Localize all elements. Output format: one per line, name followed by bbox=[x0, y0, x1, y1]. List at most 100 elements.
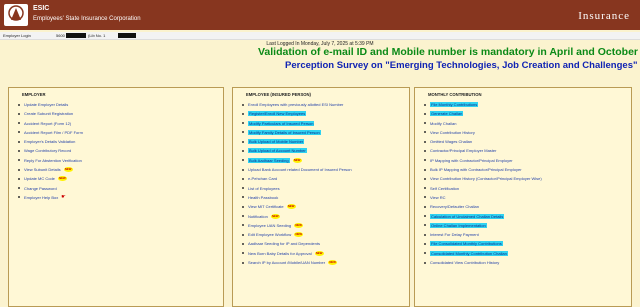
employer-link[interactable]: Accident Report (Form 12) bbox=[24, 121, 71, 126]
employee-link-item: Bulk Aadhaar Seeding NEW bbox=[241, 157, 352, 167]
employer-link[interactable]: Reply For Abstention Verification bbox=[24, 158, 82, 163]
employer-link[interactable]: Employer's Details Validation bbox=[24, 139, 75, 144]
monthly-link-list: File Monthly Contributions Generate Chall… bbox=[423, 102, 542, 269]
employee-link-item: Bulk Upload of Mobile Number bbox=[241, 139, 352, 148]
employee-link[interactable]: Upload Bank Account related Document of … bbox=[248, 167, 352, 172]
new-badge-icon: NEW bbox=[57, 176, 67, 182]
new-badge-icon: NEW bbox=[63, 167, 73, 173]
employee-link-item: e-Pehchan Card bbox=[241, 176, 352, 185]
monthly-link[interactable]: Calculation of Unclaimed Challan Details bbox=[430, 213, 505, 219]
redacted-name bbox=[118, 33, 136, 38]
employee-link-item: Health Passbook bbox=[241, 195, 352, 204]
employer-link[interactable]: Wage Contributory Record bbox=[24, 148, 71, 153]
pointing-hand-icon: ☛ bbox=[61, 193, 66, 200]
monthly-link[interactable]: File Consolidated Monthly Contributions bbox=[430, 241, 503, 247]
mandatory-validation-banner[interactable]: Validation of e-mail ID and Mobile numbe… bbox=[258, 46, 640, 58]
employee-link-item: Upload Bank Account related Document of … bbox=[241, 167, 352, 176]
employee-link[interactable]: Edit Employee Workflow bbox=[248, 232, 291, 237]
employee-link[interactable]: List of Employees bbox=[248, 186, 280, 191]
monthly-link[interactable]: Contractor/Principal Employer Master bbox=[430, 148, 496, 153]
employee-link-item: Enroll Employees with previously allotte… bbox=[241, 102, 352, 111]
monthly-link-item: View RC bbox=[423, 195, 542, 204]
employee-link-item: Modify Particulars of Insured Person bbox=[241, 120, 352, 130]
employer-link[interactable]: Change Password bbox=[24, 186, 57, 191]
employee-link-item: Employee UAN Seeding NEW bbox=[241, 222, 352, 232]
app-header: ESIC Employees' State Insurance Corporat… bbox=[0, 0, 640, 30]
monthly-link[interactable]: Consolidated Monthly Contribution Challa… bbox=[430, 250, 508, 256]
monthly-link[interactable]: Online Challan Implementation bbox=[430, 222, 487, 228]
monthly-link[interactable]: Interest For Delay Payment bbox=[430, 232, 479, 237]
employer-code-prefix: 5600 bbox=[56, 33, 65, 38]
employee-panel: EMPLOYEE (INSURED PERSON) Enroll Employe… bbox=[232, 87, 410, 307]
monthly-link[interactable]: Recovery/Defaulter Challan bbox=[430, 204, 479, 209]
employer-link[interactable]: Accident Report Film / PDF Form bbox=[24, 130, 83, 135]
employee-link[interactable]: e-Pehchan Card bbox=[248, 176, 277, 181]
employer-link-item: Change Password bbox=[17, 186, 83, 195]
employee-link[interactable]: Search IP by Account /Mobile/UAN Number bbox=[248, 260, 325, 265]
esic-logo bbox=[4, 4, 28, 26]
monthly-link[interactable]: View Contribution History (Contractor/Pr… bbox=[430, 176, 542, 181]
monthly-link-item: Self Certification bbox=[423, 186, 542, 195]
employer-link-item: Employer's Details Validation bbox=[17, 139, 83, 148]
employer-link[interactable]: Create Subunit Registration bbox=[24, 111, 73, 116]
monthly-link[interactable]: Modify Challan bbox=[430, 121, 456, 126]
employee-link[interactable]: Bulk Upload of Account Number bbox=[248, 148, 307, 154]
monthly-link[interactable]: View RC bbox=[430, 195, 446, 200]
employer-link-item: Update Employer Details bbox=[17, 102, 83, 111]
monthly-link-item: Generate Challan bbox=[423, 111, 542, 120]
employee-link-list: Enroll Employees with previously allotte… bbox=[241, 102, 352, 269]
employer-login-label: Employer Login bbox=[3, 33, 31, 38]
employee-panel-title: EMPLOYEE (INSURED PERSON) bbox=[246, 92, 311, 97]
monthly-link[interactable]: View Contribution History bbox=[430, 130, 475, 135]
employee-link[interactable]: Enroll Employees with previously allotte… bbox=[248, 102, 343, 107]
employer-link[interactable]: Employer Help Box bbox=[24, 195, 58, 200]
monthly-panel-title: MONTHLY CONTRIBUTION bbox=[428, 92, 482, 97]
employer-link[interactable]: View Subunit Details bbox=[24, 167, 61, 172]
employee-link[interactable]: Notification bbox=[248, 214, 268, 219]
monthly-link[interactable]: Self Certification bbox=[430, 186, 459, 191]
employee-link[interactable]: Health Passbook bbox=[248, 195, 278, 200]
monthly-link[interactable]: File Monthly Contributions bbox=[430, 102, 479, 107]
monthly-link-item: Omitted Wages Challan bbox=[423, 139, 542, 148]
employee-link[interactable]: Employee UAN Seeding bbox=[248, 223, 291, 228]
employee-link-item: Bulk Upload of Account Number bbox=[241, 148, 352, 157]
employee-link[interactable]: Modify Particulars of Insured Person bbox=[248, 120, 315, 126]
employer-link-item: Accident Report Film / PDF Form bbox=[17, 130, 83, 139]
employer-link[interactable]: Update Employer Details bbox=[24, 102, 68, 107]
employer-link-item: Update MC Code NEW bbox=[17, 176, 83, 185]
employee-link[interactable]: Register/Enroll New Employees bbox=[248, 111, 307, 117]
monthly-link[interactable]: IP Mapping with Contractor/Principal Emp… bbox=[430, 158, 513, 163]
employee-link[interactable]: New Born Baby Details for Approval bbox=[248, 251, 312, 256]
monthly-link-item: View Contribution History bbox=[423, 130, 542, 139]
monthly-link[interactable]: Consolidated View Contribution History bbox=[430, 260, 499, 265]
employee-link-item: New Born Baby Details for Approval NEW bbox=[241, 250, 352, 260]
employer-link-item: Accident Report (Form 12) bbox=[17, 121, 83, 130]
monthly-link-item: Contractor/Principal Employer Master bbox=[423, 148, 542, 157]
monthly-link[interactable]: Generate Challan bbox=[430, 111, 464, 117]
monthly-link[interactable]: Omitted Wages Challan bbox=[430, 139, 472, 144]
monthly-link-item: Modify Challan bbox=[423, 121, 542, 130]
monthly-contribution-panel: MONTHLY CONTRIBUTION File Monthly Contri… bbox=[414, 87, 632, 307]
new-badge-icon: NEW bbox=[294, 232, 304, 238]
employee-link[interactable]: Bulk Upload of Mobile Number bbox=[248, 139, 305, 145]
new-badge-icon: NEW bbox=[286, 204, 296, 210]
brand-subtitle: Employees' State Insurance Corporation bbox=[33, 16, 141, 22]
employee-link[interactable]: Modify Family Details of Insured Person bbox=[248, 129, 321, 135]
header-right-title: Insurance bbox=[578, 10, 630, 22]
redacted-code bbox=[66, 33, 86, 38]
employer-link-item: Wage Contributory Record bbox=[17, 148, 83, 157]
monthly-link[interactable]: Bulk IP Mapping with Contractor/Principa… bbox=[430, 167, 522, 172]
new-badge-icon: NEW bbox=[294, 222, 304, 228]
employee-link-item: List of Employees bbox=[241, 186, 352, 195]
employee-link[interactable]: Aadhaar Seeding for IP and Dependents bbox=[248, 241, 320, 246]
employee-link[interactable]: View MIT Certificate bbox=[248, 204, 284, 209]
employee-link-item: Edit Employee Workflow NEW bbox=[241, 232, 352, 241]
employer-panel: EMPLOYER Update Employer Details Create S… bbox=[8, 87, 224, 307]
employer-link-item: Reply For Abstention Verification bbox=[17, 158, 83, 167]
perception-survey-banner[interactable]: Perception Survey on "Emerging Technolog… bbox=[285, 60, 637, 71]
monthly-link-item: File Monthly Contributions bbox=[423, 102, 542, 111]
employer-panel-title: EMPLOYER bbox=[22, 92, 46, 97]
employee-link[interactable]: Bulk Aadhaar Seeding bbox=[248, 157, 290, 163]
employer-link[interactable]: Update MC Code bbox=[24, 176, 55, 181]
lib-number-text: (Lib No. 1 bbox=[88, 33, 106, 38]
